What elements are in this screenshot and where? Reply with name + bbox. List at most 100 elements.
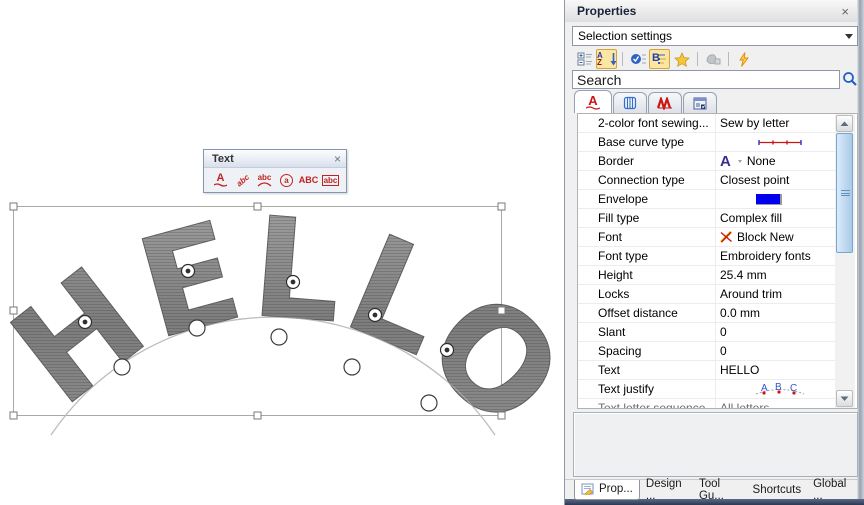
property-row: Offset distance0.0 mm [578,304,835,323]
scroll-down-button[interactable] [836,390,853,407]
junction-handle[interactable] [114,359,130,375]
property-row: Text letter sequenceAll letters [578,399,835,409]
scrollbar-thumb[interactable] [836,133,853,253]
panel-right-frame [857,0,864,499]
property-row: Spacing0 [578,342,835,361]
letter-handle[interactable] [287,276,300,289]
letter-handle[interactable] [441,344,454,357]
property-value[interactable]: Closest point [716,171,835,189]
apply-lightning-button[interactable] [733,49,754,69]
resize-handle[interactable] [254,412,261,419]
property-value[interactable]: Sew by letter [716,114,835,132]
envelope-color-swatch[interactable] [756,194,782,205]
junction-handle[interactable] [189,320,205,336]
property-value[interactable]: 0 [716,323,835,341]
property-value[interactable]: Block New [716,228,835,246]
wave-icon [586,106,600,110]
property-value[interactable] [716,133,835,151]
scrollbar[interactable] [835,114,855,408]
search-icon[interactable] [842,71,858,87]
close-icon[interactable]: × [334,154,341,164]
letter-handle[interactable] [369,309,382,322]
tab-text-properties[interactable]: A [574,90,612,113]
bottom-tab-design[interactable]: Design ... [640,480,693,500]
text-vertical-icon[interactable]: abc [233,171,252,190]
text-on-arc-icon[interactable]: abc [255,171,274,190]
preset-dropdown[interactable]: Selection settings [572,26,858,46]
tab-applique-properties[interactable] [613,92,647,113]
bottom-tab-shortcuts[interactable]: Shortcuts [747,480,808,500]
scroll-up-button[interactable] [836,115,853,132]
bottom-tab-properties[interactable]: Prop... [574,480,640,500]
property-value[interactable]: A B C [716,380,835,398]
text-on-baseline-icon[interactable]: A [211,171,230,190]
sort-alphabetical-button[interactable]: AZ [596,49,617,69]
resize-handle[interactable] [10,203,17,210]
locked-properties-button-disabled[interactable] [702,49,723,69]
show-modified-button[interactable] [627,49,648,69]
favorites-star-button[interactable] [671,49,692,69]
letter-handle[interactable] [79,316,92,329]
monogram-text-icon[interactable]: ABC [299,171,318,190]
resize-handle[interactable] [254,203,261,210]
font-tool-icon [720,231,733,243]
property-value[interactable]: All letters [716,399,835,409]
resize-handle[interactable] [498,203,505,210]
property-row: Text justify A B C [578,380,835,399]
resize-handle[interactable] [10,307,17,314]
property-row: LocksAround trim [578,285,835,304]
bottom-tab-tool-guide[interactable]: Tool Gu... [693,480,747,500]
property-value[interactable]: 0.0 mm [716,304,835,322]
arrow-up-icon [840,121,849,127]
panel-titlebar[interactable]: Properties × [565,0,857,22]
property-value[interactable] [716,190,835,208]
close-icon[interactable]: × [841,4,849,19]
property-row: 2-color font sewing...Sew by letter [578,114,835,133]
design-canvas[interactable]: HELLO HELLO [0,0,564,505]
property-row: Fill typeComplex fill [578,209,835,228]
base-curve-icon [756,138,804,147]
text-block-icon[interactable]: abc [321,171,340,190]
properties-panel: Properties × Selection settings AZ [564,0,864,505]
property-value[interactable]: HELLO [716,361,835,379]
properties-tab-icon [581,483,595,495]
column-icon [623,96,637,110]
dropdown-mini-icon [737,158,743,164]
junction-handle[interactable] [421,395,437,411]
property-value[interactable]: Complex fill [716,209,835,227]
property-row: Connection typeClosest point [578,171,835,190]
border-font-icon: A [720,155,731,168]
tab-form-properties[interactable] [683,92,717,113]
property-value[interactable]: Around trim [716,285,835,303]
property-value[interactable]: Embroidery fonts [716,247,835,265]
property-row: Slant0 [578,323,835,342]
letter-handle[interactable] [182,265,195,278]
categorized-view-button[interactable] [574,49,595,69]
text-toolbar-title: Text [212,153,234,165]
text-toolbar-titlebar[interactable]: Text × [204,150,346,168]
property-row: Font Block New [578,228,835,247]
property-value[interactable]: 25.4 mm [716,266,835,284]
resize-handle[interactable] [10,412,17,419]
bottom-tab-global[interactable]: Global ... [807,480,858,500]
junction-handle[interactable] [271,329,287,345]
text-toolbar: Text × A abc abc a ABC abc [203,149,347,193]
property-row: Border A None [578,152,835,171]
property-row: Base curve type [578,133,835,152]
app-window: HELLO HELLO [0,0,864,505]
text-on-circle-icon[interactable]: a [277,171,296,190]
arrow-down-icon [610,52,616,66]
properties-toolbar: AZ B [565,48,755,70]
property-row: Height25.4 mm [578,266,835,285]
property-value[interactable]: A None [716,152,835,170]
search-input[interactable] [572,70,840,89]
resize-handle[interactable] [498,412,505,419]
tab-satin-properties[interactable] [648,92,682,113]
property-row: TextHELLO [578,361,835,380]
property-category-tabs: A [574,90,718,113]
junction-handle[interactable] [344,359,360,375]
form-icon [693,97,707,110]
filter-by-name-button[interactable]: B [649,49,670,69]
property-value[interactable]: 0 [716,342,835,360]
resize-handle[interactable] [498,307,505,314]
